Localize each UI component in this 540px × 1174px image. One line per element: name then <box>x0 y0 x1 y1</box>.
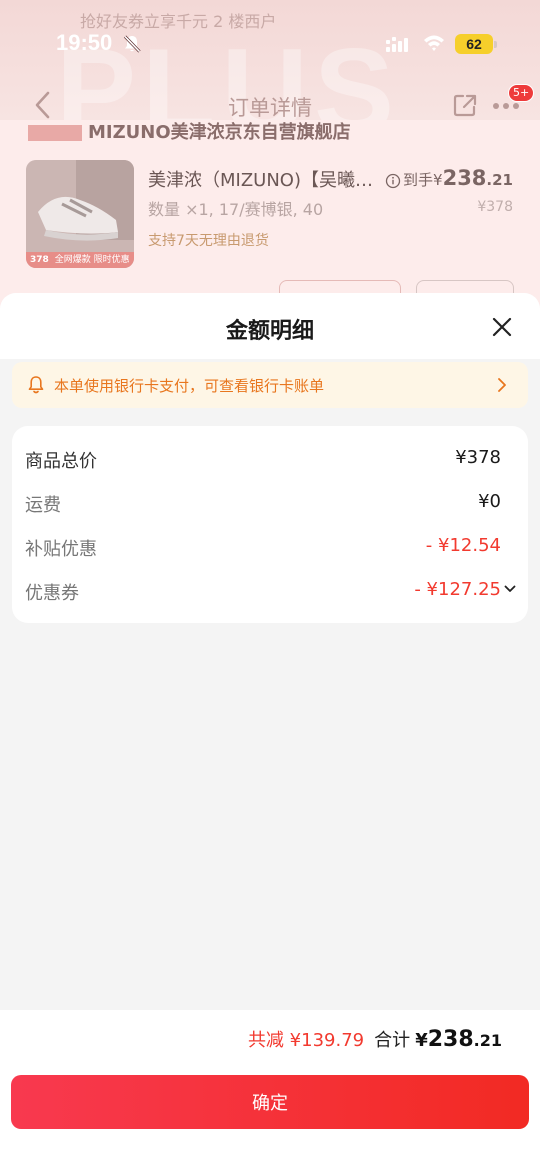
price-value: - ¥12.54 <box>425 535 501 556</box>
more-icon[interactable] <box>492 102 522 110</box>
product-image: 378 全网爆款 限时优惠 <box>26 160 134 268</box>
bank-card-notice[interactable]: 本单使用银行卡支付，可查看银行卡账单 <box>12 362 528 408</box>
amount-detail-sheet: 金额明细 本单使用银行卡支付，可查看银行卡账单 商品总价 ¥378 运费 ¥0 … <box>0 293 540 1174</box>
final-price-label: 到手¥ <box>403 171 443 189</box>
price-value: ¥0 <box>478 491 501 512</box>
total-currency: ¥ <box>415 1030 428 1051</box>
product-image-caption: 378 全网爆款 限时优惠 <box>26 252 134 268</box>
sheet-footer: 共减 ¥139.79 合计 ¥238.21 确定 <box>0 1010 540 1174</box>
product-name: 美津浓（MIZUNO)【吴曦… <box>148 170 373 191</box>
bell-slash-icon <box>123 35 141 53</box>
final-price-int: 238 <box>442 166 487 190</box>
message-badge: 5+ <box>508 84 535 102</box>
product-return-policy: 支持7天无理由退货 <box>148 233 269 249</box>
product-final-price: 到手¥238.21 <box>385 166 513 190</box>
product-spec: 数量 ×1, 17/赛博银, 40 <box>148 200 324 219</box>
price-label: 运费 <box>25 495 61 516</box>
price-row-subsidy: 补贴优惠 - ¥12.54 <box>12 532 528 562</box>
battery-tip <box>494 41 497 48</box>
wifi-icon <box>424 35 444 51</box>
product-original-price: ¥378 <box>477 199 513 215</box>
price-value: ¥378 <box>455 447 501 468</box>
product-image-price: 378 <box>30 255 49 265</box>
sheet-title: 金额明细 <box>225 319 314 344</box>
total-amount-int: 238 <box>427 1027 474 1052</box>
price-label: 补贴优惠 <box>25 539 97 560</box>
price-row-coupon[interactable]: 优惠券 - ¥127.25 <box>12 576 528 606</box>
home-indicator <box>203 1156 337 1161</box>
final-price-dec: .21 <box>486 171 513 189</box>
total-line: 共减 ¥139.79 合计 ¥238.21 <box>248 1026 502 1052</box>
price-row-goods-total: 商品总价 ¥378 <box>12 444 528 474</box>
total-reduction: 共减 ¥139.79 <box>247 1030 365 1051</box>
total-amount-dec: .21 <box>473 1031 502 1050</box>
price-value: - ¥127.25 <box>414 579 501 600</box>
share-icon[interactable] <box>452 92 478 118</box>
chevron-down-icon[interactable] <box>504 585 516 593</box>
price-breakdown-card: 商品总价 ¥378 运费 ¥0 补贴优惠 - ¥12.54 优惠券 - ¥127… <box>12 426 528 623</box>
product-image-caption-text: 全网爆款 限时优惠 <box>54 255 130 265</box>
price-label: 商品总价 <box>25 451 97 472</box>
total-label: 合计 <box>374 1030 411 1051</box>
status-bar: 19:50 62 <box>0 0 540 90</box>
bell-icon <box>28 376 44 394</box>
close-icon[interactable] <box>490 315 514 339</box>
chevron-right-icon <box>498 378 506 392</box>
price-label: 优惠券 <box>25 583 79 604</box>
info-icon <box>385 173 401 188</box>
confirm-button[interactable]: 确定 <box>11 1075 529 1129</box>
status-time: 19:50 <box>56 30 113 55</box>
battery-level: 62 <box>455 34 493 54</box>
sheet-header: 金额明细 <box>0 293 540 359</box>
notice-text: 本单使用银行卡支付，可查看银行卡账单 <box>54 377 325 395</box>
price-row-shipping: 运费 ¥0 <box>12 488 528 518</box>
signal-icon <box>386 37 408 52</box>
